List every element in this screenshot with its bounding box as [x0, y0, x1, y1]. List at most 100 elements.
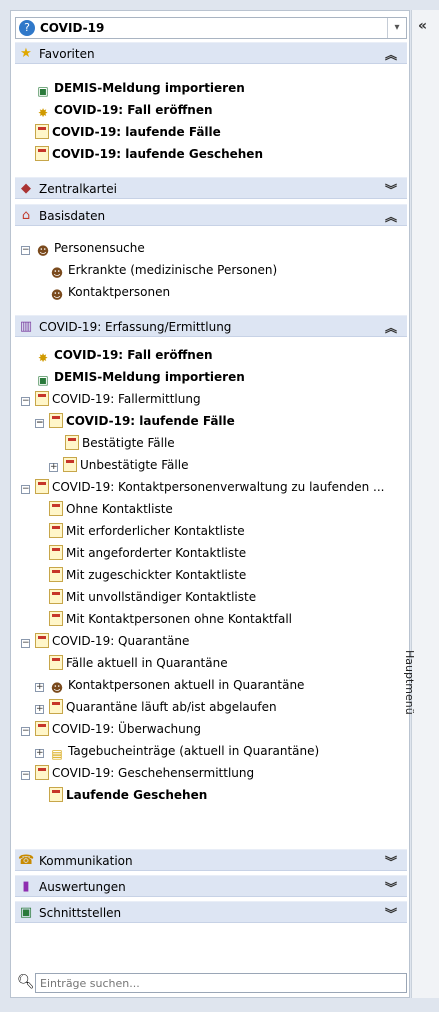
module-select[interactable]: ? COVID-19 ▾: [15, 17, 407, 39]
section-title: COVID-19: Erfassung/Ermittlung: [39, 320, 232, 334]
collapse-icon[interactable]: −: [21, 771, 30, 780]
tree-item-angeforderte-kontaktliste[interactable]: Mit angeforderter Kontaktliste: [49, 542, 246, 564]
collapse-icon[interactable]: −: [21, 639, 30, 648]
document-icon: [35, 479, 49, 494]
expand-icon[interactable]: +: [35, 683, 44, 692]
tree-item-kontaktpersonenverwaltung[interactable]: − COVID-19: Kontaktpersonenverwaltung zu …: [21, 476, 384, 498]
document-icon: [49, 413, 63, 428]
interface-icon: ▣: [19, 905, 33, 920]
collapse-panel-button[interactable]: «: [418, 18, 427, 34]
document-icon: [49, 523, 63, 538]
person-icon: ☻: [50, 681, 64, 695]
tree-item-erforderliche-kontaktliste[interactable]: Mit erforderlicher Kontaktliste: [49, 520, 245, 542]
collapse-icon[interactable]: −: [21, 397, 30, 406]
section-title: Zentralkartei: [39, 182, 117, 196]
tree-item-ueberwachung[interactable]: − COVID-19: Überwachung: [21, 718, 201, 740]
chevron-up-icon[interactable]: ︽: [385, 208, 397, 225]
person-icon: ☻: [50, 288, 64, 302]
menu-item-fall-eroeffnen[interactable]: ✸ COVID-19: Fall eröffnen: [35, 99, 213, 121]
document-icon: [49, 567, 63, 582]
person-icon: ☻: [50, 266, 64, 280]
section-title: Auswertungen: [39, 880, 126, 894]
side-panel-strip[interactable]: « Hauptmenü: [403, 10, 439, 998]
section-header-favoriten[interactable]: ★ Favoriten ︽: [15, 42, 407, 64]
section-title: Basisdaten: [39, 209, 106, 223]
monitor-icon: ▣: [37, 84, 49, 98]
tree-item-demis-import[interactable]: ▣ DEMIS-Meldung importieren: [35, 366, 244, 388]
tree-item-laufende-geschehen[interactable]: Laufende Geschehen: [49, 784, 207, 806]
tree-item-quarantaene[interactable]: − COVID-19: Quarantäne: [21, 630, 189, 652]
section-header-schnittstellen[interactable]: ▣ Schnittstellen ︾: [15, 901, 407, 923]
card-file-icon: ◆: [21, 181, 31, 196]
document-icon: [49, 655, 63, 670]
chevron-down-icon[interactable]: ︾: [385, 905, 397, 922]
side-panel-label[interactable]: Hauptmenü: [403, 650, 416, 715]
document-icon: [35, 633, 49, 648]
document-icon: [49, 699, 63, 714]
tree-item-kontaktpersonen-ohne-kontaktfall[interactable]: Mit Kontaktpersonen ohne Kontaktfall: [49, 608, 292, 630]
person-icon: ☻: [36, 244, 50, 258]
expand-icon[interactable]: +: [35, 705, 44, 714]
tree-item-faelle-in-quarantaene[interactable]: Fälle aktuell in Quarantäne: [49, 652, 228, 674]
section-header-kommunikation[interactable]: ☎ Kommunikation ︾: [15, 849, 407, 871]
collapse-icon[interactable]: −: [21, 727, 30, 736]
new-case-icon: ✸: [37, 351, 49, 365]
document-icon: [35, 146, 49, 161]
chevron-up-icon[interactable]: ︽: [385, 46, 397, 63]
tree-item-geschehensermittlung[interactable]: − COVID-19: Geschehensermittlung: [21, 762, 254, 784]
tree-item-kontaktpersonen[interactable]: ☻ Kontaktpersonen: [49, 281, 170, 303]
search-input[interactable]: [35, 973, 407, 993]
tree-item-personensuche[interactable]: − ☻ Personensuche: [21, 237, 145, 259]
tree-item-bestaetigte-faelle[interactable]: Bestätigte Fälle: [65, 432, 175, 454]
expand-icon[interactable]: +: [35, 749, 44, 758]
collapse-icon[interactable]: −: [35, 419, 44, 428]
document-icon: [35, 124, 49, 139]
communication-icon: ☎: [18, 853, 35, 868]
section-header-basisdaten[interactable]: ⌂ Basisdaten ︽: [15, 204, 407, 226]
collapse-icon[interactable]: −: [21, 246, 30, 255]
search-bar: 🔍︎: [15, 973, 407, 993]
expand-icon[interactable]: +: [49, 463, 58, 472]
tree-item-fall-eroeffnen[interactable]: ✸ COVID-19: Fall eröffnen: [35, 344, 213, 366]
section-title: Schnittstellen: [39, 906, 122, 920]
module-icon: ?: [19, 20, 35, 36]
tree-item-quarantaene-abgelaufen[interactable]: + Quarantäne läuft ab/ist abgelaufen: [35, 696, 277, 718]
star-icon: ★: [20, 46, 32, 61]
new-case-icon: ✸: [37, 106, 49, 120]
tree-item-fallermittlung[interactable]: − COVID-19: Fallermittlung: [21, 388, 201, 410]
section-title: Favoriten: [39, 47, 95, 61]
tree-item-zugeschickte-kontaktliste[interactable]: Mit zugeschickter Kontaktliste: [49, 564, 246, 586]
document-icon: [35, 721, 49, 736]
document-icon: [49, 501, 63, 516]
chevron-down-icon[interactable]: ︾: [385, 853, 397, 870]
house-icon: ⌂: [21, 208, 31, 223]
chevron-down-icon[interactable]: ︾: [385, 879, 397, 896]
main-menu-panel: ? COVID-19 ▾ ★ Favoriten ︽ ▣ DEMIS-Meldun…: [10, 10, 410, 998]
document-icon: [63, 457, 77, 472]
document-icon: [49, 545, 63, 560]
search-icon: 🔍︎: [17, 974, 35, 990]
section-header-erfassung[interactable]: ▥ COVID-19: Erfassung/Ermittlung ︽: [15, 315, 407, 337]
tree-item-unbestaetigte-faelle[interactable]: + Unbestätigte Fälle: [49, 454, 188, 476]
tree-item-kontaktpersonen-in-quarantaene[interactable]: + ☻ Kontaktpersonen aktuell in Quarantäne: [35, 674, 304, 696]
menu-item-demis-import[interactable]: ▣ DEMIS-Meldung importieren: [35, 77, 244, 99]
section-header-zentralkartei[interactable]: ◆ Zentralkartei ︾: [15, 177, 407, 199]
tree-item-laufende-faelle[interactable]: − COVID-19: laufende Fälle: [35, 410, 235, 432]
tree-item-tagebucheintraege[interactable]: + ▤ Tagebucheinträge (aktuell in Quarantän…: [35, 740, 319, 762]
chevron-down-icon[interactable]: ▾: [387, 18, 406, 38]
chevron-down-icon[interactable]: ︾: [385, 181, 397, 198]
module-select-value: COVID-19: [40, 21, 105, 35]
chevron-up-icon[interactable]: ︽: [385, 319, 397, 336]
menu-item-laufende-faelle[interactable]: COVID-19: laufende Fälle: [35, 121, 221, 143]
diary-icon: ▤: [51, 747, 63, 761]
section-header-auswertungen[interactable]: ▮ Auswertungen ︾: [15, 875, 407, 897]
document-icon: [49, 611, 63, 626]
tree-item-ohne-kontaktliste[interactable]: Ohne Kontaktliste: [49, 498, 173, 520]
collapse-icon[interactable]: −: [21, 485, 30, 494]
document-icon: [35, 391, 49, 406]
menu-item-laufende-geschehen[interactable]: COVID-19: laufende Geschehen: [35, 143, 263, 165]
tree-item-unvollstaendige-kontaktliste[interactable]: Mit unvollständiger Kontaktliste: [49, 586, 256, 608]
monitor-icon: ▣: [37, 373, 49, 387]
bar-chart-icon: ▮: [22, 879, 30, 894]
tree-item-erkrankte[interactable]: ☻ Erkrankte (medizinische Personen): [49, 259, 277, 281]
